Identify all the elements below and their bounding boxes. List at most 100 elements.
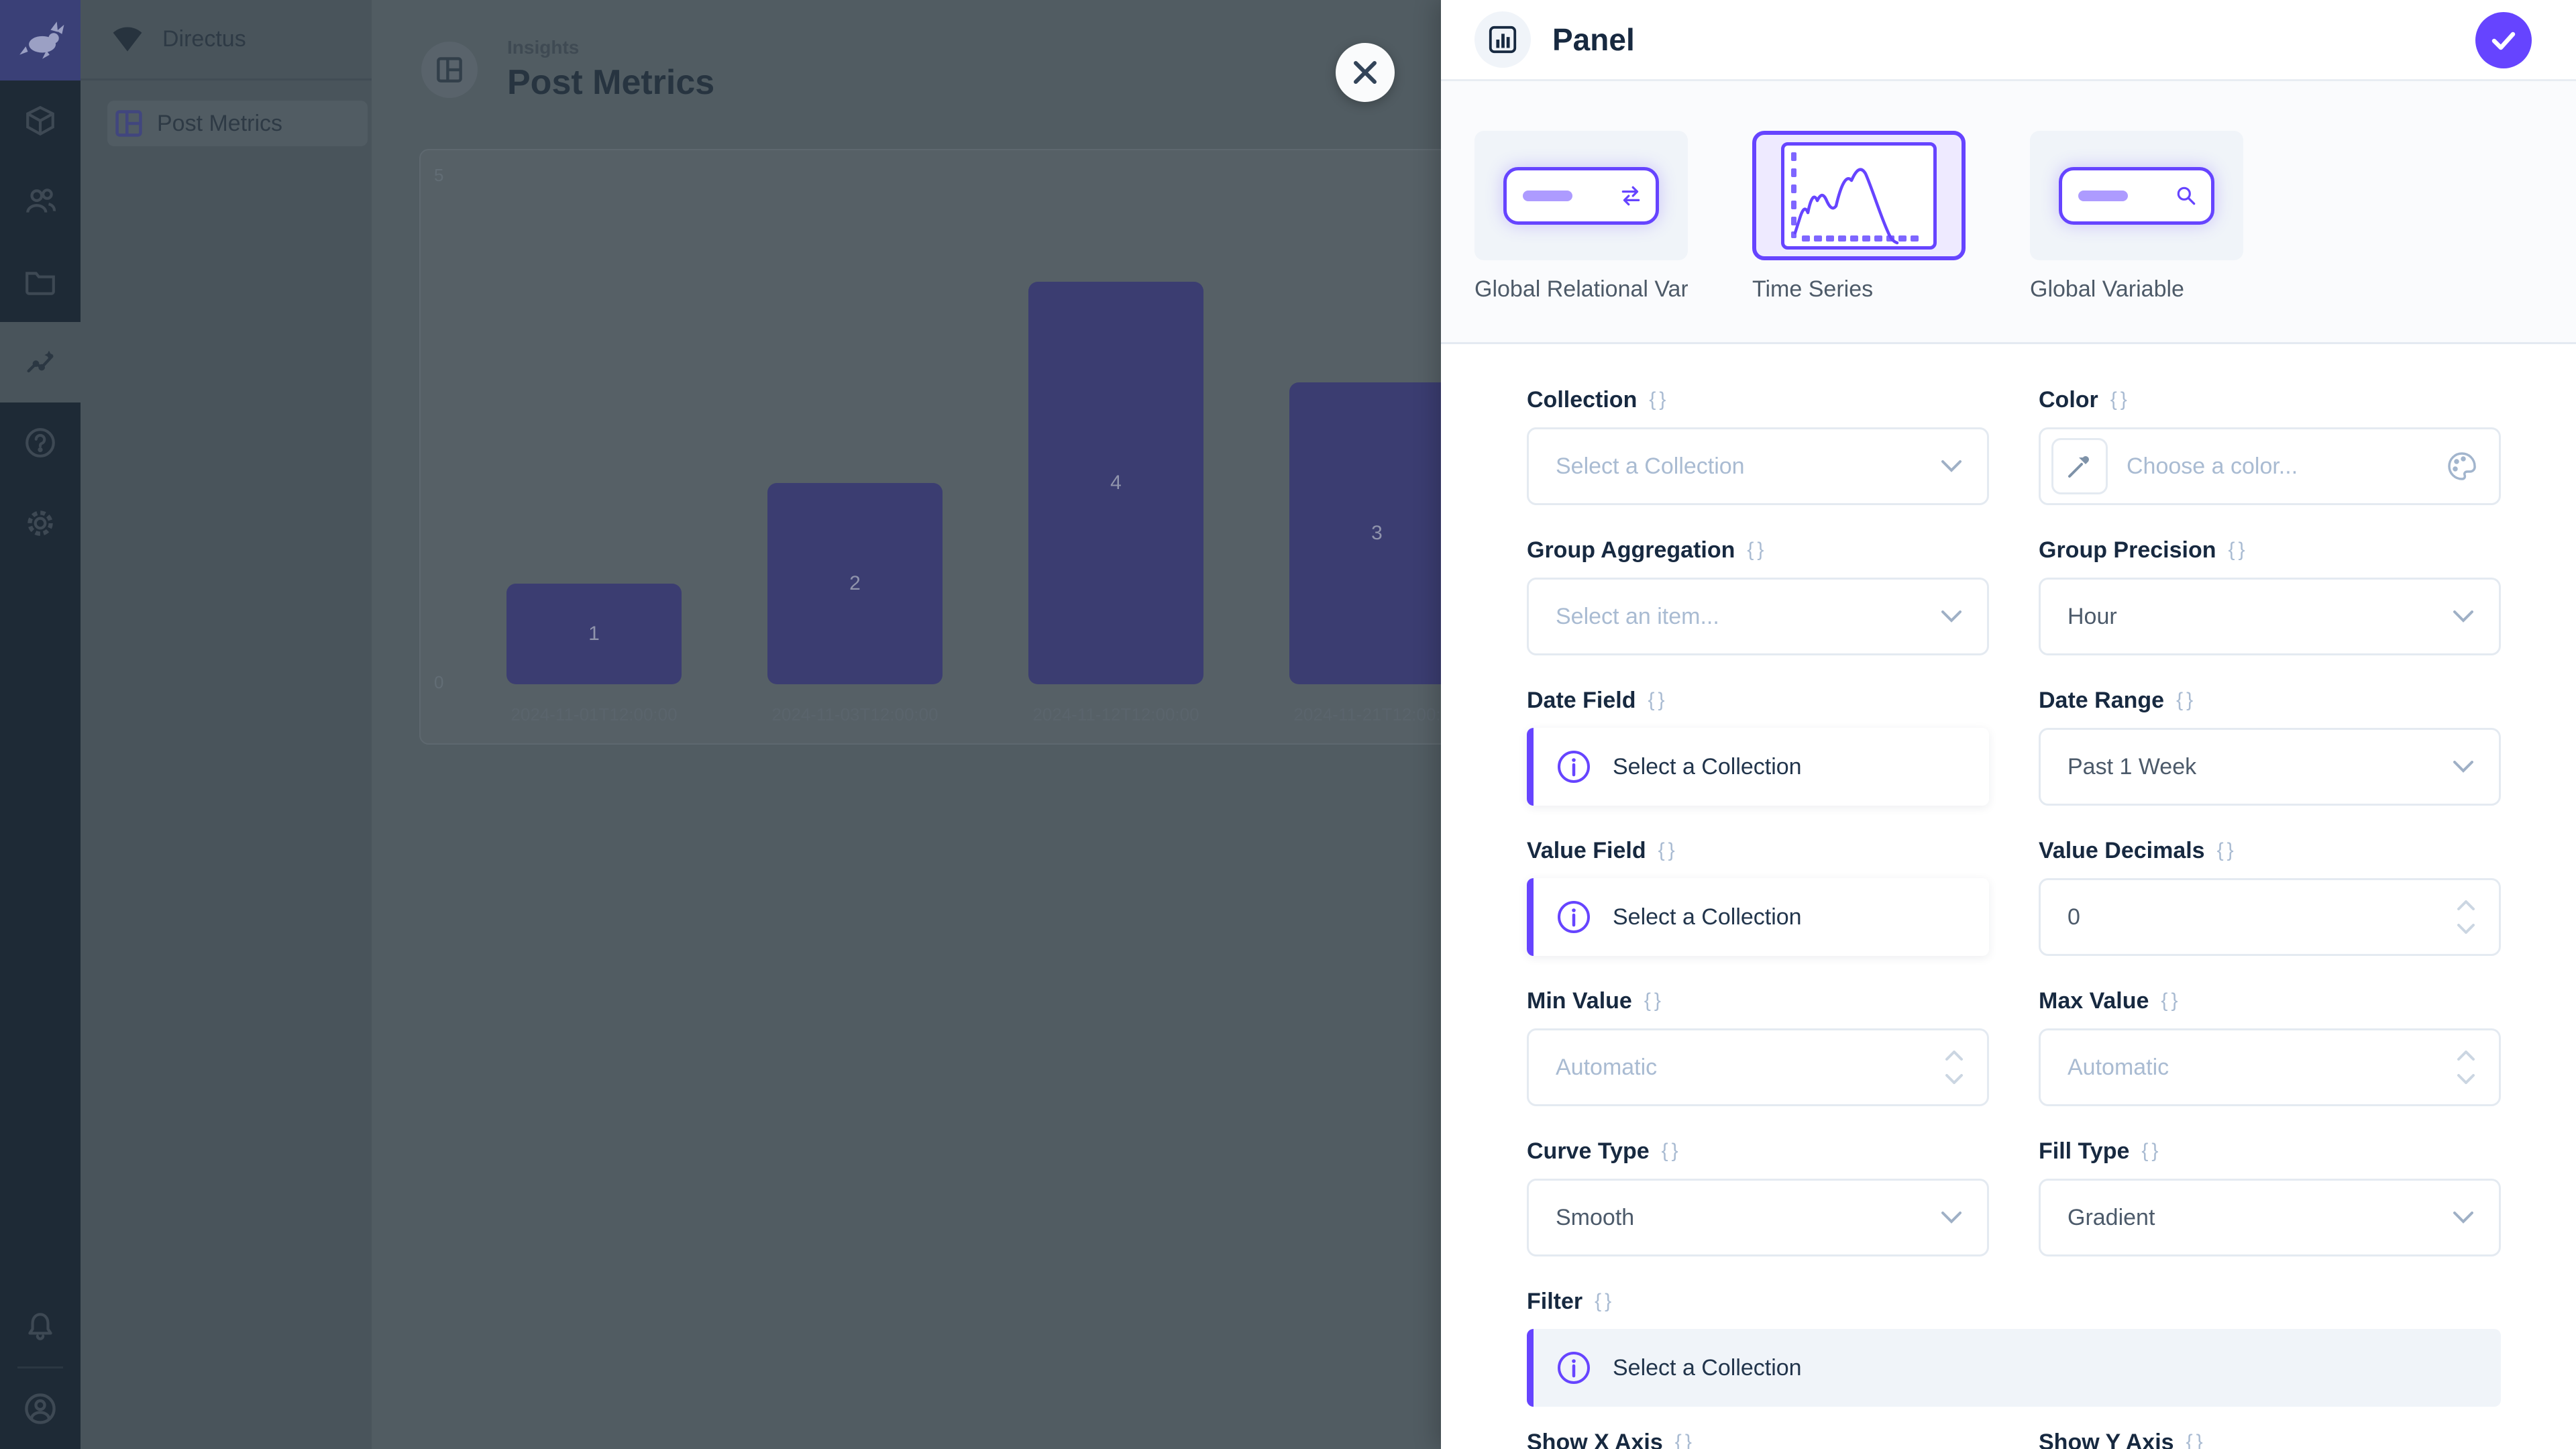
panel-type-global-relational-variable[interactable] — [1474, 131, 1688, 260]
chevron-up-icon — [2457, 900, 2475, 910]
field-label: Fill Type — [2039, 1138, 2129, 1165]
close-drawer-button[interactable] — [1336, 43, 1395, 102]
chevron-up-icon — [2457, 1051, 2475, 1061]
color-input[interactable]: Choose a color... — [2039, 427, 2501, 505]
notice-text: Select a Collection — [1613, 904, 1802, 930]
check-icon — [2486, 23, 2521, 58]
raw-value-toggle-icon[interactable]: {} — [2110, 388, 2131, 411]
group-precision-select[interactable]: Hour — [2039, 578, 2501, 655]
input-dash-decoration — [1523, 191, 1572, 201]
time-series-thumbnail — [1781, 142, 1937, 250]
raw-value-toggle-icon[interactable]: {} — [2176, 689, 2196, 712]
close-icon — [1350, 58, 1380, 87]
field-min-value: Min Value {} Automatic — [1527, 987, 1989, 1106]
collection-select[interactable]: Select a Collection — [1527, 427, 1989, 505]
field-label: Min Value — [1527, 988, 1632, 1014]
chevron-down-icon — [1945, 1074, 1963, 1084]
raw-value-toggle-icon[interactable]: {} — [1675, 1431, 1695, 1449]
input-dash-decoration — [2078, 191, 2128, 201]
field-fill-type: Fill Type {} Gradient — [2039, 1137, 2501, 1256]
field-color: Color {} Choose a color... — [2039, 386, 2501, 505]
group-aggregation-select[interactable]: Select an item... — [1527, 578, 1989, 655]
field-show-x-axis: Show X Axis{} — [1527, 1428, 1989, 1449]
field-label: Color — [2039, 387, 2098, 413]
raw-value-toggle-icon[interactable]: {} — [1649, 388, 1669, 411]
chevron-down-icon — [1941, 1212, 1962, 1224]
field-label: Group Aggregation — [1527, 537, 1735, 564]
field-date-field: Date Field {} Select a Collection — [1527, 686, 1989, 806]
value-decimals-input[interactable]: 0 — [2039, 878, 2501, 956]
raw-value-toggle-icon[interactable]: {} — [1658, 839, 1678, 862]
panel-header-icon-circle — [1474, 11, 1531, 68]
chevron-down-icon — [2453, 761, 2473, 773]
palette-icon[interactable] — [2447, 451, 2477, 482]
chevron-up-icon — [1945, 1051, 1963, 1061]
date-field-notice: Select a Collection — [1527, 728, 1989, 806]
raw-value-toggle-icon[interactable]: {} — [1595, 1290, 1615, 1313]
panel-type-global-variable[interactable] — [2030, 131, 2243, 260]
panel-type-section: Global Relational Varia... Time Series G… — [1441, 81, 2576, 344]
field-label: Date Range — [2039, 688, 2164, 714]
number-stepper[interactable] — [1945, 1051, 1963, 1084]
chevron-down-icon — [2457, 1074, 2475, 1084]
curve-type-select[interactable]: Smooth — [1527, 1179, 1989, 1256]
field-max-value: Max Value {} Automatic — [2039, 987, 2501, 1106]
panel-type-time-series[interactable] — [1752, 131, 1966, 260]
raw-value-toggle-icon[interactable]: {} — [1747, 539, 1767, 561]
raw-value-toggle-icon[interactable]: {} — [2141, 1140, 2161, 1163]
field-filter: Filter {} Select a Collection — [1527, 1287, 2501, 1407]
max-value-input[interactable]: Automatic — [2039, 1028, 2501, 1106]
field-label: Show Y Axis — [2039, 1430, 2174, 1449]
filter-notice: Select a Collection — [1527, 1329, 2501, 1407]
field-label: Filter — [1527, 1289, 1582, 1315]
raw-value-toggle-icon[interactable]: {} — [2161, 989, 2181, 1012]
value-field-notice: Select a Collection — [1527, 878, 1989, 956]
drawer-header: Panel — [1441, 0, 2576, 81]
raw-value-toggle-icon[interactable]: {} — [2186, 1431, 2206, 1449]
raw-value-toggle-icon[interactable]: {} — [1644, 989, 1664, 1012]
info-icon — [1556, 900, 1591, 934]
notice-text: Select a Collection — [1613, 1355, 1802, 1381]
field-group-precision: Group Precision {} Hour — [2039, 536, 2501, 655]
panel-options-form: Collection {} Select a Collection Color {}… — [1441, 344, 2576, 1449]
date-range-select[interactable]: Past 1 Week — [2039, 728, 2501, 806]
field-collection: Collection {} Select a Collection — [1527, 386, 1989, 505]
info-icon — [1556, 1350, 1591, 1385]
raw-value-toggle-icon[interactable]: {} — [1662, 1140, 1682, 1163]
raw-value-toggle-icon[interactable]: {} — [1648, 689, 1668, 712]
field-label: Collection — [1527, 387, 1637, 413]
panel-type-label: Global Relational Varia... — [1474, 276, 1688, 303]
number-stepper[interactable] — [2457, 900, 2475, 934]
notice-text: Select a Collection — [1613, 754, 1802, 780]
panel-type-label: Global Variable — [2030, 276, 2243, 303]
chevron-down-icon — [1941, 460, 1962, 472]
field-curve-type: Curve Type {} Smooth — [1527, 1137, 1989, 1256]
number-stepper[interactable] — [2457, 1051, 2475, 1084]
field-label: Group Precision — [2039, 537, 2216, 564]
drawer-title: Panel — [1552, 21, 1635, 58]
field-show-y-axis: Show Y Axis {} — [2039, 1428, 2501, 1449]
panel-drawer: Panel — [1441, 0, 2576, 1449]
swap-arrows-icon — [1619, 184, 1642, 207]
field-label: Value Field — [1527, 838, 1646, 864]
chevron-down-icon — [1941, 610, 1962, 623]
panel-type-label: Time Series — [1752, 276, 1966, 303]
raw-value-toggle-icon[interactable]: {} — [2229, 539, 2249, 561]
min-value-input[interactable]: Automatic — [1527, 1028, 1989, 1106]
chevron-down-icon — [2457, 924, 2475, 934]
eyedropper-icon — [2065, 452, 2094, 480]
raw-value-toggle-icon[interactable]: {} — [2217, 839, 2237, 862]
search-icon — [2175, 184, 2198, 207]
field-date-range: Date Range {} Past 1 Week — [2039, 686, 2501, 806]
field-label: Value Decimals — [2039, 838, 2205, 864]
fill-type-select[interactable]: Gradient — [2039, 1179, 2501, 1256]
field-value-decimals: Value Decimals {} 0 — [2039, 837, 2501, 956]
field-label: Curve Type — [1527, 1138, 1650, 1165]
chevron-down-icon — [2453, 610, 2473, 623]
field-label: Date Field — [1527, 688, 1635, 714]
eyedropper-button[interactable] — [2051, 438, 2108, 494]
field-label: Max Value — [2039, 988, 2149, 1014]
save-panel-button[interactable] — [2475, 12, 2532, 68]
bar-chart-icon — [1487, 24, 1518, 55]
info-icon — [1556, 749, 1591, 784]
